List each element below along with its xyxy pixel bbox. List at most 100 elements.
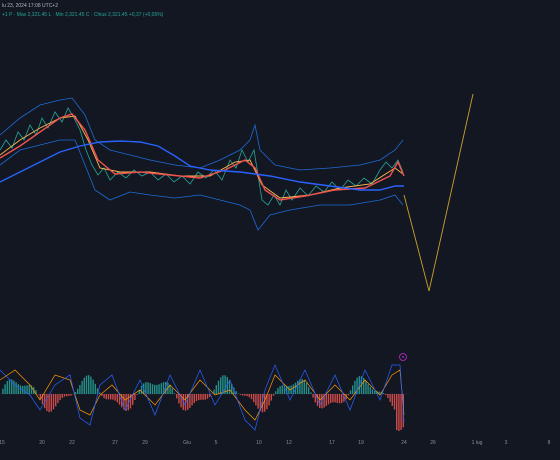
- moving-average-blue: [0, 140, 404, 191]
- histogram-bar: [206, 394, 209, 399]
- histogram-bar: [88, 375, 90, 394]
- histogram-bar: [268, 394, 270, 406]
- histogram-bar: [90, 376, 92, 394]
- histogram-bar: [178, 394, 180, 404]
- histogram-bar: [48, 394, 50, 413]
- histogram-bar: [387, 394, 389, 398]
- histogram-bar: [281, 385, 283, 394]
- x-tick: 17: [329, 440, 335, 446]
- histogram-bar: [393, 394, 396, 410]
- x-tick: 20: [39, 440, 45, 446]
- time-axis: 15 20 22 27 29 Giu 5 10 12 17 19 24 26 1…: [0, 440, 560, 454]
- histogram-bar: [257, 394, 259, 409]
- histogram-bar: [57, 394, 59, 403]
- x-tick: 15: [0, 440, 5, 446]
- histogram-bar: [6, 381, 8, 394]
- histogram-bar: [288, 386, 290, 394]
- price-line: [0, 107, 404, 206]
- histogram-bar: [264, 394, 266, 412]
- histogram-bar: [217, 380, 220, 394]
- histogram-bar: [99, 392, 101, 394]
- x-tick: 3: [504, 440, 508, 446]
- histogram-bar: [158, 384, 160, 394]
- histogram-bar: [253, 394, 255, 403]
- price-chart[interactable]: [0, 0, 560, 340]
- histogram-bar: [105, 394, 107, 400]
- histogram-bar: [330, 394, 332, 403]
- histogram-bar: [171, 388, 173, 394]
- histogram-bar: [352, 385, 354, 394]
- bollinger-lower-band: [0, 139, 404, 231]
- histogram-bar: [244, 394, 246, 396]
- histogram-bar: [173, 393, 176, 394]
- histogram-bar: [74, 392, 77, 394]
- x-tick: 8: [547, 440, 551, 446]
- histogram-bar: [19, 385, 22, 394]
- histogram-bar: [154, 384, 156, 394]
- histogram-bar: [193, 394, 195, 403]
- histogram-bar: [17, 384, 19, 394]
- histogram-bar: [134, 394, 136, 400]
- histogram-bar: [63, 394, 66, 397]
- histogram-bar: [279, 386, 281, 394]
- histogram-bar: [305, 383, 308, 394]
- x-tick: 10: [256, 440, 262, 446]
- histogram-bar: [136, 394, 138, 395]
- histogram-bar: [215, 385, 217, 394]
- histogram-bar: [52, 394, 55, 410]
- histogram-bar: [101, 394, 103, 396]
- histogram-bar: [396, 394, 398, 431]
- x-tick: 19: [358, 440, 364, 446]
- histogram-bar: [385, 394, 387, 395]
- histogram-bar: [250, 394, 253, 400]
- histogram-bar: [400, 394, 402, 430]
- histogram-bar: [189, 394, 191, 408]
- x-tick: 26: [430, 440, 436, 446]
- histogram-bar: [325, 394, 327, 406]
- histogram-bar: [220, 377, 222, 394]
- oscillator-alert-icon[interactable]: [399, 353, 407, 361]
- histogram-bar: [272, 394, 275, 396]
- histogram-bar: [70, 394, 72, 396]
- histogram-bar: [169, 384, 171, 394]
- histogram-bar: [327, 394, 330, 405]
- histogram-bar: [237, 393, 239, 394]
- histogram-bar: [389, 394, 391, 402]
- histogram-bar: [191, 394, 193, 406]
- histogram-bar: [275, 391, 277, 394]
- oscillator-panel[interactable]: [0, 340, 560, 440]
- histogram-bar: [367, 384, 369, 394]
- x-tick: 22: [69, 440, 75, 446]
- histogram-bar: [147, 382, 149, 394]
- histogram-bar: [200, 394, 202, 400]
- histogram-bar: [338, 394, 341, 404]
- histogram-bar: [46, 394, 48, 411]
- histogram-bar: [114, 394, 116, 401]
- x-tick: 12: [286, 440, 292, 446]
- histogram-bar: [308, 387, 310, 394]
- histogram-bar: [79, 385, 81, 394]
- histogram-bar: [312, 394, 314, 398]
- histogram-bar: [277, 388, 279, 394]
- histogram-bar: [297, 380, 299, 394]
- histogram-bar: [4, 384, 6, 394]
- histogram-bar: [365, 380, 367, 394]
- histogram-bar: [332, 394, 334, 403]
- histogram-bar: [248, 394, 250, 398]
- x-tick: Giu: [183, 440, 191, 446]
- histogram-bar: [107, 394, 110, 400]
- histogram-bar: [8, 379, 11, 394]
- histogram-bar: [85, 375, 88, 394]
- histogram-bar: [2, 388, 4, 394]
- histogram-bar: [103, 394, 105, 399]
- histogram-bar: [242, 394, 244, 396]
- histogram-bar: [140, 385, 143, 394]
- histogram-bar: [371, 389, 374, 394]
- histogram-bar: [398, 394, 400, 431]
- x-tick: 24: [401, 440, 407, 446]
- moving-average-orange: [0, 115, 404, 199]
- histogram-bar: [363, 378, 365, 394]
- histogram-bar: [92, 379, 94, 394]
- histogram-bar: [382, 393, 385, 394]
- histogram-bar: [391, 394, 393, 406]
